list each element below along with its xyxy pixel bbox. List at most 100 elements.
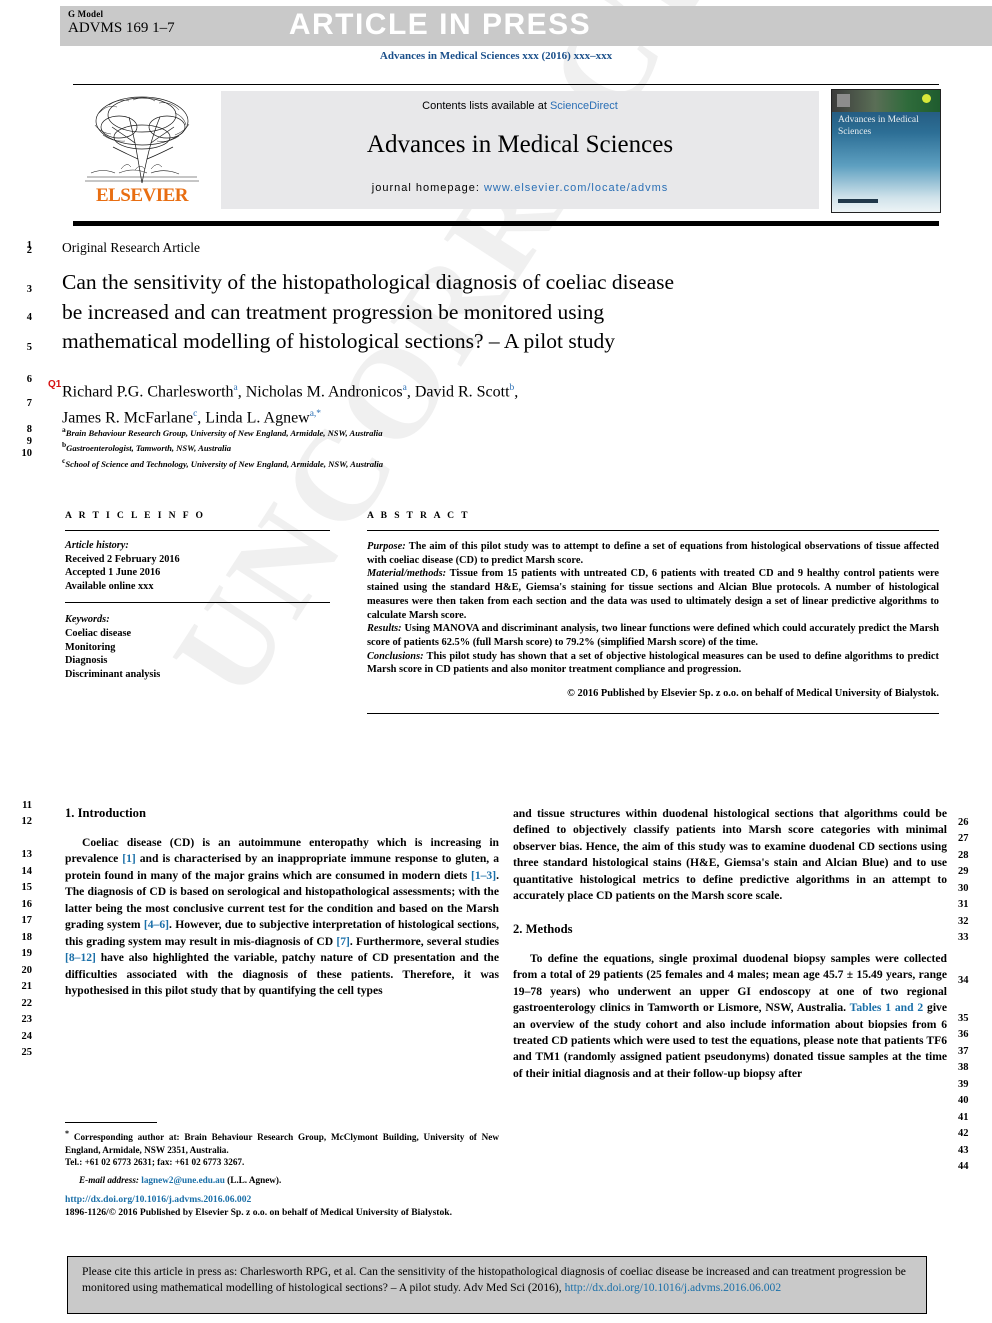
line-number-8: 8 [26,424,32,435]
corresponding-author-note: * Corresponding author at: Brain Behavio… [65,1128,499,1156]
reference-link[interactable]: [1] [122,852,136,865]
keyword-4: Discriminant analysis [65,668,161,680]
line-number-3: 3 [26,284,32,295]
cite-text-body: Please cite this article in press as: Ch… [82,1265,906,1295]
elsevier-tree-icon [79,91,205,187]
line-number-2: 2 [26,245,32,256]
sciencedirect-link[interactable]: ScienceDirect [550,100,618,112]
line-number-33: 33 [958,932,969,943]
line-number-29: 29 [958,866,969,877]
homepage-prefix: journal homepage: [371,182,484,194]
cite-doi-link[interactable]: http://dx.doi.org/10.1016/j.advms.2016.0… [565,1281,782,1294]
table-cross-reference-link[interactable]: Tables 1 and 2 [850,1001,924,1014]
masthead-center-panel: Contents lists available at ScienceDirec… [221,91,819,209]
author-3: David R. Scott [414,383,510,401]
line-number-30: 30 [958,883,969,894]
keyword-2: Monitoring [65,641,116,653]
author-2-affil-mark[interactable]: a [403,383,407,393]
affiliation-b: bGastroenterologist, Tamworth, NSW, Aust… [62,439,762,454]
author-5-affil-mark[interactable]: a,* [310,409,321,419]
line-number-21: 21 [21,981,33,992]
abstract-conclusions: Conclusions: This pilot study has shown … [367,650,939,677]
reference-link[interactable]: [8–12] [65,951,96,964]
section-heading-introduction: 1. Introduction [65,806,146,820]
intro-paragraph-left: Coeliac disease (CD) is an autoimmune en… [65,836,500,998]
abstract-heading: A B S T R A C T [367,510,470,521]
article-history-block: Article history: Received 2 February 201… [65,539,330,593]
abstract-methods: Material/methods: Tissue from 15 patient… [367,567,939,622]
line-number-16: 16 [21,899,33,910]
line-number-43: 43 [958,1145,969,1156]
line-number-6: 6 [26,374,32,385]
cover-title-text: Advances in Medical Sciences [838,115,919,137]
author-1-affil-mark[interactable]: a [234,383,238,393]
journal-masthead: ELSEVIER Contents lists available at Sci… [73,84,941,215]
affiliation-b-text: Gastroenterologist, Tamworth, NSW, Austr… [66,443,232,454]
elsevier-logo: ELSEVIER [73,91,215,209]
contents-available-line: Contents lists available at ScienceDirec… [221,100,819,112]
abstract-purpose-label: Purpose: [367,541,406,552]
abstract-results: Results: Using MANOVA and discriminant a… [367,622,939,649]
affiliation-c-text: School of Science and Technology, Univer… [65,458,384,469]
abstract-rule-bottom [367,713,939,715]
journal-cover-thumbnail: Advances in Medical Sciences [831,89,941,213]
line-number-23: 23 [21,1014,33,1025]
line-number-34: 34 [958,975,969,986]
abstract-methods-text: Tissue from 15 patients with untreated C… [367,568,939,621]
doi-link[interactable]: http://dx.doi.org/10.1016/j.advms.2016.0… [65,1193,565,1206]
affiliation-c: cSchool of Science and Technology, Unive… [62,455,762,470]
doi-and-issn-block: http://dx.doi.org/10.1016/j.advms.2016.0… [65,1193,565,1219]
keyword-1: Coeliac disease [65,627,132,639]
line-number-27: 27 [958,833,969,844]
methods-paragraph-1: To define the equations, single proximal… [513,951,947,1080]
line-number-40: 40 [958,1095,969,1106]
body-column-right: and tissue structures within duodenal hi… [513,806,947,1082]
abstract-results-label: Results: [367,623,402,635]
footnote-block: * Corresponding author at: Brain Behavio… [65,1128,499,1186]
email-link[interactable]: lagnew2@une.edu.au [141,1175,225,1185]
reference-link[interactable]: [1–3] [471,869,496,882]
body-column-left: 1. Introduction Coeliac disease (CD) is … [65,806,499,1000]
journal-citation-line: Advances in Medical Sciences xxx (2016) … [379,50,613,62]
line-number-12: 12 [21,816,33,827]
abstract-rule-top [367,530,939,531]
intro-paragraph-right: and tissue structures within duodenal hi… [513,807,947,903]
author-3-affil-mark[interactable]: b [510,383,515,393]
affiliation-list: aBrain Behaviour Research Group, Univers… [62,424,762,470]
cover-dot-icon [922,94,931,103]
masthead-bottom-rule [73,221,939,226]
line-number-5: 5 [26,342,32,353]
line-number-15: 15 [21,882,33,893]
line-number-36: 36 [958,1029,969,1040]
author-4-affil-mark[interactable]: c [193,409,197,419]
keywords-block: Keywords: Coeliac disease Monitoring Dia… [65,613,330,681]
line-number-25: 25 [21,1047,33,1058]
line-number-22: 22 [21,998,33,1009]
abstract-methods-label: Material/methods: [367,568,447,580]
line-number-42: 42 [958,1128,969,1139]
line-number-7: 7 [26,398,32,409]
author-2: Nicholas M. Andronicos [245,383,403,401]
article-history-label: Article history: [65,540,129,551]
affiliation-a-text: Brain Behaviour Research Group, Universi… [65,427,383,438]
cover-logo-square-icon [837,94,850,107]
journal-homepage-line: journal homepage: www.elsevier.com/locat… [221,182,819,194]
email-owner: (L.L. Agnew). [227,1174,282,1185]
query-marker-q1[interactable]: Q1 [48,379,61,390]
reference-link[interactable]: [4–6] [144,918,169,931]
elsevier-wordmark: ELSEVIER [95,185,189,206]
article-info-heading: A R T I C L E I N F O [65,510,206,521]
email-line: E-mail address: lagnew2@une.edu.au (L.L.… [65,1174,499,1187]
line-number-32: 32 [958,916,969,927]
line-number-31: 31 [958,899,969,910]
line-number-41: 41 [958,1112,969,1123]
article-history-received: Received 2 February 2016 [65,553,180,565]
article-history-accepted: Accepted 1 June 2016 [65,567,161,579]
abstract-purpose-text: The aim of this pilot study was to attem… [367,541,939,566]
line-number-44: 44 [958,1161,969,1172]
homepage-url-link[interactable]: www.elsevier.com/locate/advms [484,182,668,194]
reference-link[interactable]: [7] [336,935,350,948]
line-number-14: 14 [21,866,33,877]
article-in-press-banner: ARTICLE IN PRESS [288,8,592,41]
title-line-1: Can the sensitivity of the histopatholog… [62,270,675,294]
